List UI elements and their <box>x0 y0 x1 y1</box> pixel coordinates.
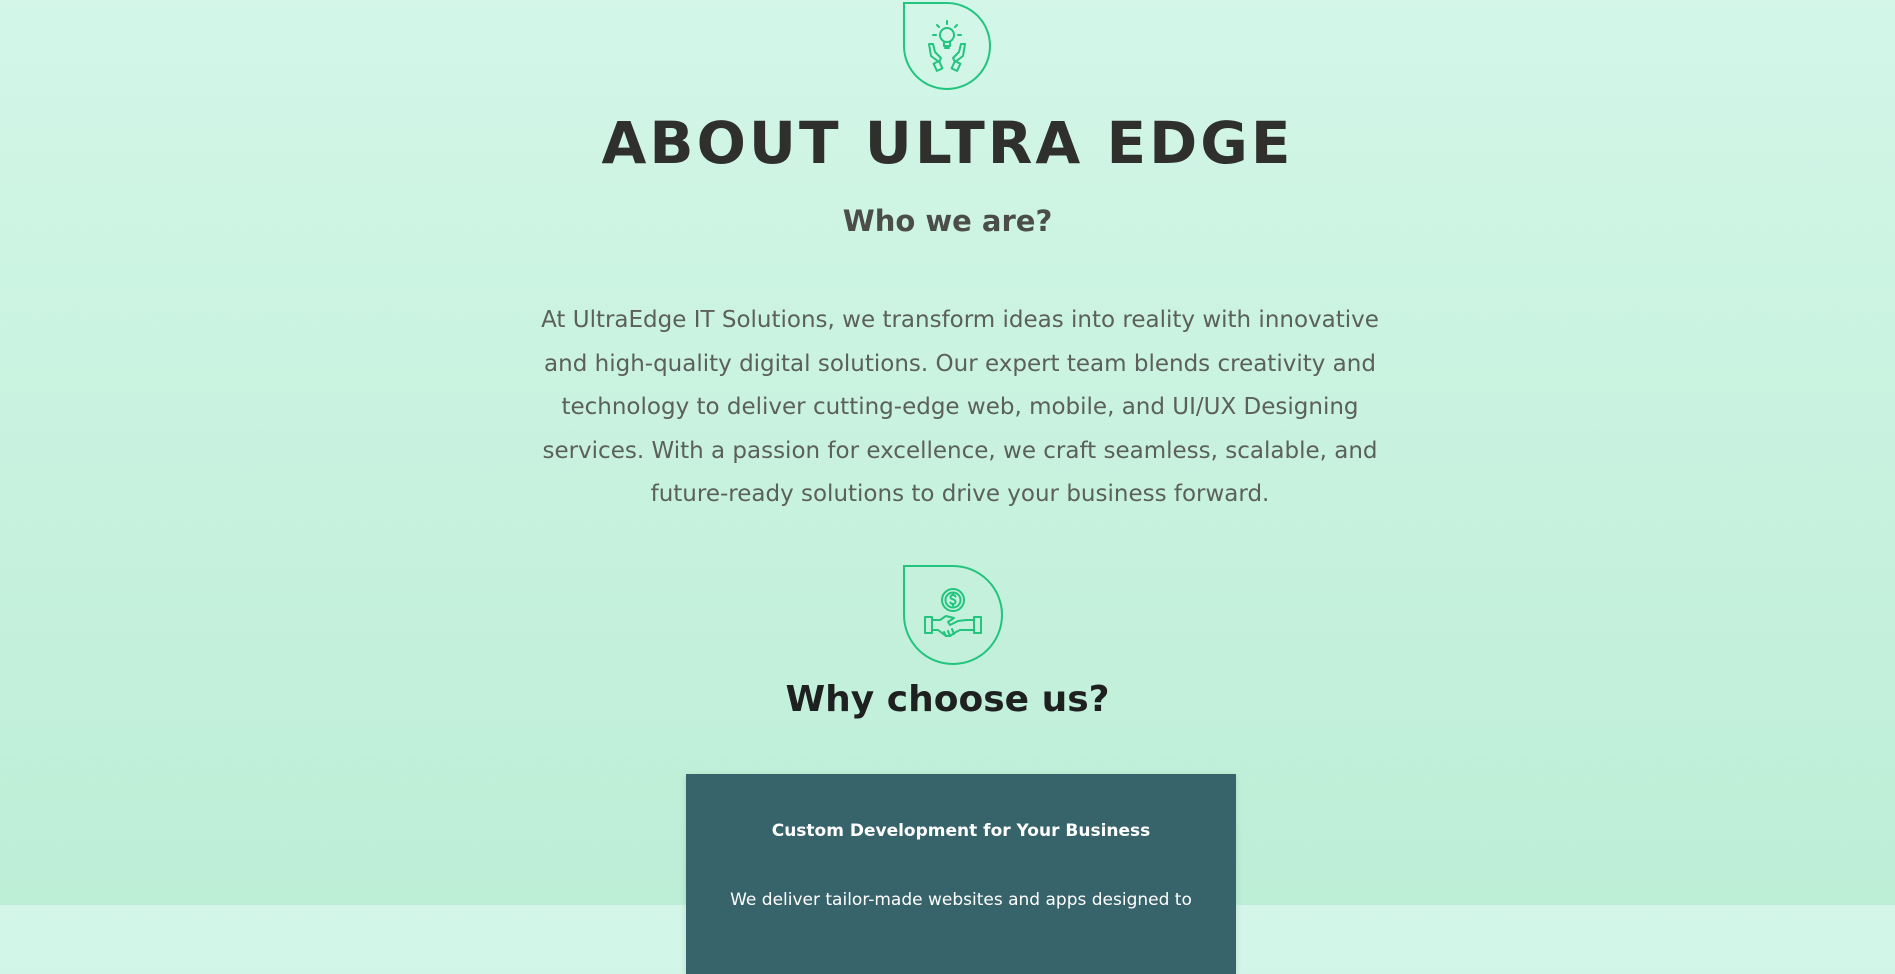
feature-card: Custom Development for Your Business We … <box>686 774 1236 974</box>
about-page: ABOUT ULTRA EDGE Who we are? At UltraEdg… <box>0 0 1895 974</box>
feature-card-title: Custom Development for Your Business <box>771 821 1151 841</box>
handshake-coin-icon <box>903 565 1003 665</box>
about-description: At UltraEdge IT Solutions, we transform … <box>541 307 1379 507</box>
feature-card-description: We deliver tailor-made websites and apps… <box>730 890 1192 910</box>
why-choose-us-heading: Why choose us? <box>785 679 1110 720</box>
page-title: ABOUT ULTRA EDGE <box>601 109 1294 177</box>
hands-lightbulb-icon <box>903 2 991 90</box>
section-subtitle: Who we are? <box>842 204 1053 238</box>
